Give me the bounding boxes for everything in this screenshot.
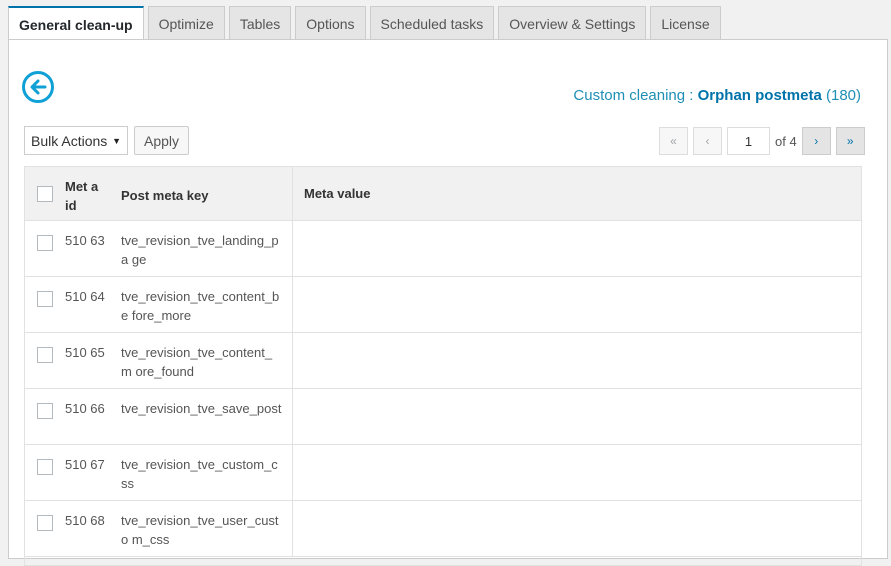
back-button[interactable] — [22, 71, 54, 103]
prev-page-button[interactable]: ‹ — [693, 127, 722, 155]
select-all-cell — [25, 167, 65, 220]
chevron-down-icon: ▼ — [112, 135, 121, 146]
table-row: 510 66 tve_revision_tve_save_post — [25, 389, 861, 445]
next-page-button[interactable]: › — [801, 127, 831, 155]
row-checkbox[interactable] — [37, 515, 53, 531]
meta-value-cell — [293, 277, 861, 332]
table-header: Met a id Post meta key Meta value — [25, 167, 861, 221]
tab-scheduled-tasks[interactable]: Scheduled tasks — [369, 6, 495, 40]
meta-id-cell: 510 64 — [65, 289, 105, 304]
bulk-actions-label: Bulk Actions — [31, 132, 108, 149]
column-header-meta-id[interactable]: Met a id — [65, 167, 110, 220]
pagination: « ‹ 1 of 4 › » — [659, 127, 870, 155]
last-page-button[interactable]: » — [835, 127, 865, 155]
tab-options[interactable]: Options — [295, 6, 366, 40]
meta-id-cell: 510 67 — [65, 457, 105, 472]
first-page-button[interactable]: « — [659, 127, 688, 155]
bulk-actions-select[interactable]: Bulk Actions ▼ — [24, 126, 128, 155]
tab-optimize[interactable]: Optimize — [147, 6, 225, 40]
table-row: 510 68 tve_revision_tve_user_custo m_css — [25, 501, 861, 557]
select-all-checkbox[interactable] — [37, 185, 53, 202]
row-checkbox[interactable] — [37, 347, 53, 363]
meta-value-cell — [293, 333, 861, 388]
table-row: 510 65 tve_revision_tve_content_m ore_fo… — [25, 333, 861, 389]
meta-key-cell: tve_revision_tve_user_custo m_css — [110, 501, 293, 556]
tab-license[interactable]: License — [650, 6, 721, 40]
title-prefix: Custom cleaning : — [573, 87, 698, 104]
meta-value-cell — [293, 221, 861, 276]
meta-key-cell: tve_revision_tve_content_m ore_found — [110, 333, 293, 388]
table-row: 510 67 tve_revision_tve_custom_css — [25, 445, 861, 501]
meta-value-cell — [293, 389, 861, 444]
row-checkbox[interactable] — [37, 235, 53, 251]
column-header-post-meta-key[interactable]: Post meta key — [110, 167, 293, 220]
row-checkbox[interactable] — [37, 291, 53, 307]
meta-key-cell: tve_revision_tve_custom_css — [110, 445, 293, 500]
meta-key-cell: tve_revision_tve_landing_pa ge — [110, 221, 293, 276]
postmeta-table: Met a id Post meta key Meta value 510 63… — [24, 166, 862, 566]
tab-bar: General clean-up Optimize Tables Options… — [8, 6, 721, 41]
meta-id-cell: 510 66 — [65, 401, 105, 416]
table-row: 510 63 tve_revision_tve_landing_pa ge — [25, 221, 861, 277]
row-checkbox[interactable] — [37, 403, 53, 419]
title-strong: Orphan postmeta — [697, 87, 822, 104]
row-checkbox[interactable] — [37, 459, 53, 475]
tab-tables[interactable]: Tables — [228, 6, 292, 40]
tab-overview-settings[interactable]: Overview & Settings — [498, 6, 647, 40]
apply-button[interactable]: Apply — [134, 126, 189, 155]
meta-id-cell: 510 65 — [65, 345, 105, 360]
table-row: 510 64 tve_revision_tve_content_be fore_… — [25, 277, 861, 333]
total-pages: of 4 — [775, 133, 797, 149]
meta-id-cell: 510 63 — [65, 233, 105, 248]
page-title: Custom cleaning : Orphan postmeta (180) — [573, 87, 861, 104]
meta-id-cell: 510 68 — [65, 513, 105, 528]
meta-key-cell: tve_revision_tve_save_post — [110, 389, 293, 444]
meta-value-cell — [293, 445, 861, 500]
current-page-input[interactable]: 1 — [727, 127, 770, 155]
tab-general-clean-up[interactable]: General clean-up — [8, 6, 144, 41]
meta-value-cell — [293, 501, 861, 556]
title-count: (180) — [821, 87, 861, 104]
back-arrow-circle-icon — [30, 79, 47, 95]
main-panel: Custom cleaning : Orphan postmeta (180) … — [8, 39, 888, 566]
column-header-meta-value[interactable]: Meta value — [293, 167, 861, 220]
meta-key-cell: tve_revision_tve_content_be fore_more — [110, 277, 293, 332]
